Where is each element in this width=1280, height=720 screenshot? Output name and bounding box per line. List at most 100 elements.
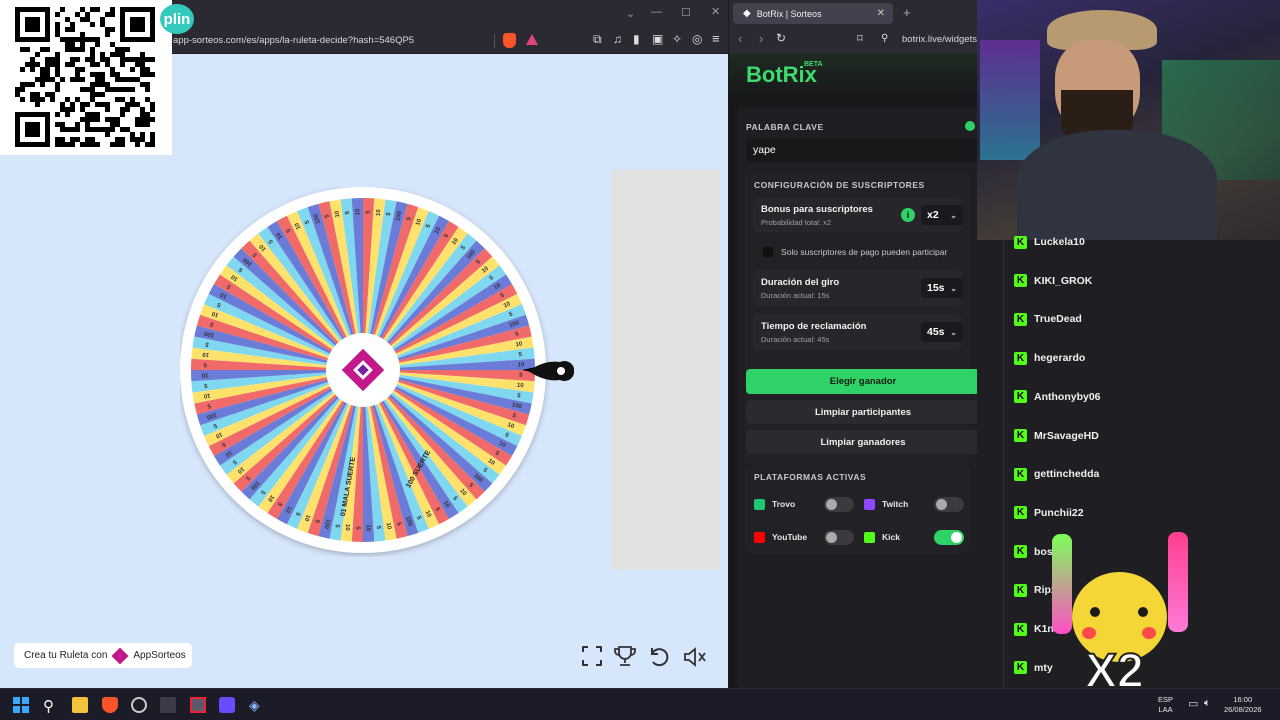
search-icon[interactable]: ⚲ bbox=[43, 697, 59, 715]
mid-url[interactable]: botrix.live/widgets bbox=[902, 34, 977, 45]
participant-item[interactable]: K KIKI_GROK bbox=[1014, 271, 1092, 291]
platforms-card: PLATAFORMAS ACTIVAS Trovo Twitch YouTube Ki… bbox=[745, 465, 970, 553]
claim-title: Tiempo de reclamación bbox=[761, 321, 867, 332]
subs-section-title: CONFIGURACIÓN DE SUSCRIPTORES bbox=[754, 180, 925, 190]
create-roulette-badge[interactable]: Crea tu Ruleta con AppSorteos bbox=[14, 643, 192, 668]
keyword-value: yape bbox=[753, 144, 776, 156]
new-tab-icon[interactable]: + bbox=[903, 5, 911, 20]
keyword-input[interactable]: yape bbox=[746, 138, 981, 162]
sidebar-icon[interactable]: ▮ bbox=[633, 32, 640, 46]
participant-item[interactable]: Kmty bbox=[1014, 658, 1053, 678]
platform-label: Trovo bbox=[772, 499, 796, 509]
youtube-toggle[interactable] bbox=[824, 530, 854, 545]
menu-icon[interactable]: ≡ bbox=[712, 31, 720, 46]
tab-close-icon[interactable]: ✕ bbox=[877, 8, 885, 19]
participant-name: hegerardo bbox=[1034, 352, 1086, 365]
participant-name: Luckela10 bbox=[1034, 236, 1085, 248]
participant-item[interactable]: Kbos bbox=[1014, 542, 1053, 562]
obs-icon[interactable] bbox=[131, 697, 147, 713]
volume-icon[interactable] bbox=[683, 646, 707, 673]
app2-icon[interactable] bbox=[190, 697, 206, 713]
paid-only-checkbox[interactable] bbox=[763, 247, 773, 257]
fullscreen-icon[interactable] bbox=[582, 646, 602, 671]
participant-item[interactable]: Kgettinchedda bbox=[1014, 464, 1099, 484]
network-icon[interactable]: ▭ bbox=[1188, 697, 1198, 710]
tab-title: BotRix | Sorteos bbox=[756, 8, 822, 19]
file-explorer-icon[interactable] bbox=[72, 697, 88, 713]
paid-only-row[interactable]: Solo suscriptores de pago pueden partici… bbox=[763, 247, 947, 257]
date: 26/08/2026 bbox=[1224, 705, 1262, 714]
clear-participants-button[interactable]: Limpiar participantes bbox=[746, 400, 980, 424]
participant-item[interactable]: K Punchii22 bbox=[1014, 503, 1084, 523]
close-icon[interactable]: ✕ bbox=[711, 5, 720, 18]
spin-select[interactable]: 15s ⌄ bbox=[921, 278, 963, 298]
participant-name: Anthonyby06 bbox=[1034, 390, 1101, 403]
eye-left bbox=[1090, 607, 1100, 617]
reset-icon[interactable] bbox=[648, 646, 670, 673]
keyword-label: PALABRA CLAVE bbox=[746, 122, 824, 132]
kick-icon: K bbox=[1014, 545, 1027, 559]
chevron-down-icon[interactable]: ⌄ bbox=[626, 7, 635, 20]
pikachu-x2-sticker: X2 bbox=[1050, 532, 1190, 700]
participant-item[interactable]: Khegerardo bbox=[1014, 348, 1085, 368]
back-icon[interactable]: ‹ bbox=[738, 31, 742, 46]
cheek-left bbox=[1082, 627, 1096, 639]
wallet-icon[interactable]: ▣ bbox=[652, 32, 663, 46]
extensions-icon[interactable]: ⧉ bbox=[593, 32, 602, 47]
monitor-glow bbox=[980, 40, 1040, 160]
glowstick-right bbox=[1168, 532, 1188, 632]
trovo-toggle[interactable] bbox=[824, 497, 854, 512]
music-icon[interactable]: ♫ bbox=[613, 32, 622, 46]
speaker-icon[interactable]: 🔈︎ bbox=[1204, 697, 1211, 710]
participant-item[interactable]: K MrSavageHD bbox=[1014, 426, 1099, 446]
site-info-icon[interactable]: ⚲ bbox=[881, 33, 888, 44]
platform-label: Twitch bbox=[882, 499, 909, 509]
tab-botrix[interactable]: ◆ BotRix | Sorteos ✕ bbox=[733, 3, 893, 24]
spin-value: 15s bbox=[927, 282, 945, 294]
url-text[interactable]: app-sorteos.com/es/apps/la-ruleta-decide… bbox=[173, 35, 414, 46]
bookmark-icon[interactable]: ⌑ bbox=[857, 32, 863, 45]
participant-item[interactable]: K TrueDead bbox=[1014, 309, 1082, 329]
windows-start-icon[interactable] bbox=[13, 697, 29, 713]
brave-shield-icon[interactable] bbox=[503, 33, 516, 48]
info-icon[interactable] bbox=[965, 121, 975, 131]
minimize-icon[interactable]: — bbox=[651, 6, 662, 18]
language-indicator[interactable]: ESP LAA bbox=[1158, 695, 1173, 715]
reload-icon[interactable]: ↻ bbox=[776, 31, 786, 45]
maximize-icon[interactable]: ☐ bbox=[681, 6, 691, 19]
kick-icon: K bbox=[1014, 506, 1027, 520]
kick-icon: K bbox=[1014, 429, 1027, 442]
bonus-info-icon[interactable]: i bbox=[901, 208, 915, 222]
spin-title: Duración del giro bbox=[761, 277, 840, 288]
claim-value: 45s bbox=[927, 326, 945, 338]
brave-icon[interactable] bbox=[102, 697, 118, 713]
claim-select[interactable]: 45s ⌄ bbox=[921, 322, 963, 342]
forward-icon[interactable]: › bbox=[759, 31, 763, 46]
botrix-taskbar-icon[interactable]: ◈ bbox=[249, 697, 265, 713]
participant-name: MrSavageHD bbox=[1034, 429, 1099, 442]
bonus-select[interactable]: x2 ⌄ bbox=[921, 205, 963, 225]
clock[interactable]: 16:00 26/08/2026 bbox=[1224, 695, 1262, 715]
roulette-wheel[interactable]: 5105100510510510510051051051051005105105… bbox=[180, 187, 550, 557]
app-icon[interactable] bbox=[160, 697, 176, 713]
participant-item[interactable]: K Anthonyby06 bbox=[1014, 387, 1101, 407]
spin-duration-row: Duración del giro Duración actual: 15s 1… bbox=[753, 270, 963, 306]
rewards-icon[interactable] bbox=[526, 34, 538, 45]
participant-name: Punchii22 bbox=[1034, 506, 1084, 519]
trophy-icon[interactable] bbox=[613, 645, 637, 672]
participant-item[interactable]: K Luckela10 bbox=[1014, 232, 1085, 252]
pointer-icon bbox=[530, 361, 574, 381]
vpn-icon[interactable]: ◎ bbox=[692, 32, 702, 46]
lang-top: ESP bbox=[1158, 695, 1174, 704]
participant-item[interactable]: K K1n bbox=[1014, 619, 1054, 639]
clear-winners-button[interactable]: Limpiar ganadores bbox=[746, 430, 980, 454]
kick-toggle[interactable] bbox=[934, 530, 964, 545]
twitch-toggle[interactable] bbox=[934, 497, 964, 512]
pick-winner-button[interactable]: Elegir ganador bbox=[746, 369, 980, 394]
wheel-segment-label: 10 bbox=[201, 371, 209, 377]
paid-only-label: Solo suscriptores de pago pueden partici… bbox=[781, 247, 948, 257]
create-text: Crea tu Ruleta con bbox=[24, 650, 108, 661]
youtube-icon bbox=[754, 532, 765, 543]
leo-ai-icon[interactable]: ✧ bbox=[672, 32, 682, 46]
calculator-icon[interactable] bbox=[219, 697, 235, 713]
